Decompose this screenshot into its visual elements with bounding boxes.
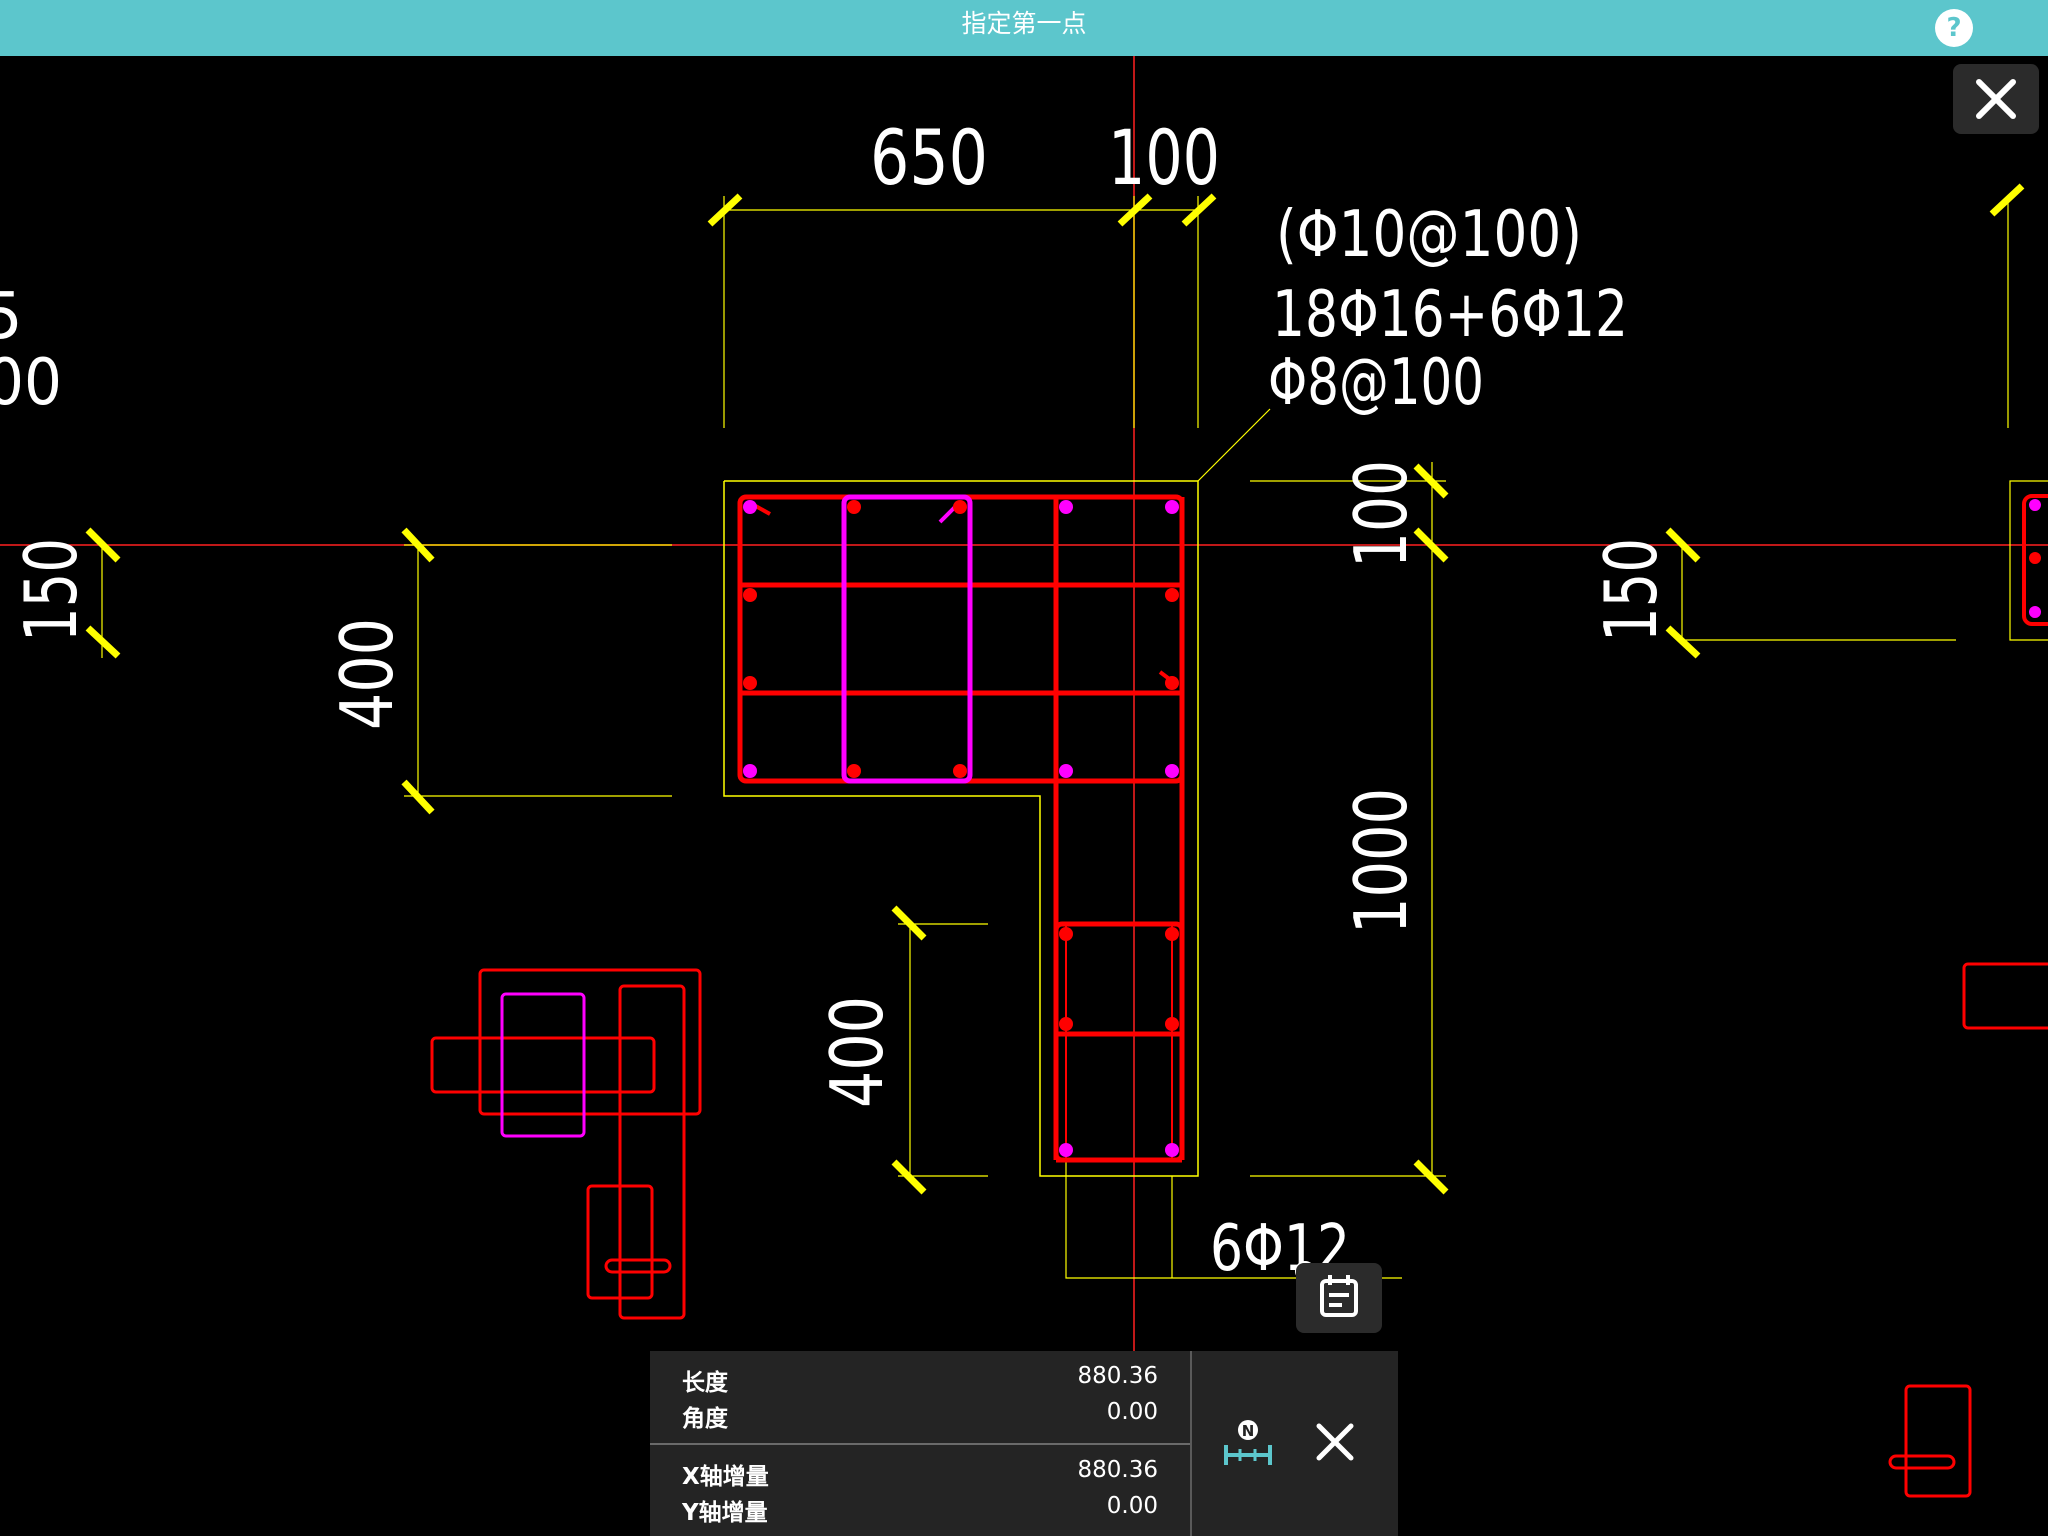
north-ruler-button[interactable]: N (1220, 1417, 1276, 1467)
dim-1000: 1000 (1339, 788, 1423, 934)
top-bar: 指定第一点 ? (0, 0, 2048, 56)
help-button[interactable]: ? (1935, 9, 1973, 47)
cad-canvas[interactable]: 650 100 (Φ10@100) 18Φ16+6Φ12 Φ8@100 6Φ12… (0, 0, 2048, 1536)
dim-100-top: 100 (1108, 113, 1220, 202)
north-ruler-icon: N (1224, 1420, 1272, 1465)
annotation-stirrup-inner: Φ8@100 (1268, 346, 1484, 420)
panel-divider (650, 1443, 1190, 1445)
dy-label: Y轴增量 (682, 1500, 768, 1526)
angle-label: 角度 (682, 1406, 728, 1432)
dim-150-right: 150 (1589, 538, 1673, 642)
angle-value: 0.00 (1106, 1399, 1158, 1425)
length-row: 长度 880.36 (682, 1363, 1158, 1397)
annotation-main-rebar: 18Φ16+6Φ12 (1272, 278, 1628, 352)
dx-row: X轴增量 880.36 (682, 1457, 1158, 1491)
measure-values: 长度 880.36 角度 0.00 X轴增量 880.36 Y轴增量 0.00 (650, 1351, 1190, 1536)
close-icon (1316, 1423, 1354, 1461)
annotation-stirrup-outer: (Φ10@100) (1276, 198, 1582, 272)
dim-150-left: 150 (9, 538, 93, 642)
measure-panel: 长度 880.36 角度 0.00 X轴增量 880.36 Y轴增量 0.00 … (650, 1351, 1398, 1536)
close-measure-button[interactable] (1310, 1417, 1360, 1467)
svg-text:N: N (1242, 1422, 1255, 1440)
dim-650: 650 (870, 113, 988, 202)
dim-100-right: 100 (1339, 460, 1423, 568)
dim-400-bottom: 400 (815, 996, 899, 1108)
panel-vertical-divider (1190, 1351, 1192, 1536)
length-label: 长度 (682, 1370, 728, 1396)
dx-value: 880.36 (1077, 1457, 1158, 1483)
dim-partial-b: 00 (0, 346, 62, 420)
prompt-title: 指定第一点 (961, 9, 1087, 38)
dy-value: 0.00 (1106, 1493, 1158, 1519)
note-icon (1320, 1275, 1358, 1317)
dim-400-left: 400 (325, 618, 409, 730)
dim-partial-a: 5 (0, 280, 23, 354)
angle-row: 角度 0.00 (682, 1399, 1158, 1433)
close-icon (1976, 79, 2016, 119)
dx-label: X轴增量 (682, 1464, 769, 1490)
length-value: 880.36 (1077, 1363, 1158, 1389)
note-button[interactable] (1296, 1263, 1382, 1333)
close-button[interactable] (1953, 64, 2039, 134)
dy-row: Y轴增量 0.00 (682, 1493, 1158, 1527)
